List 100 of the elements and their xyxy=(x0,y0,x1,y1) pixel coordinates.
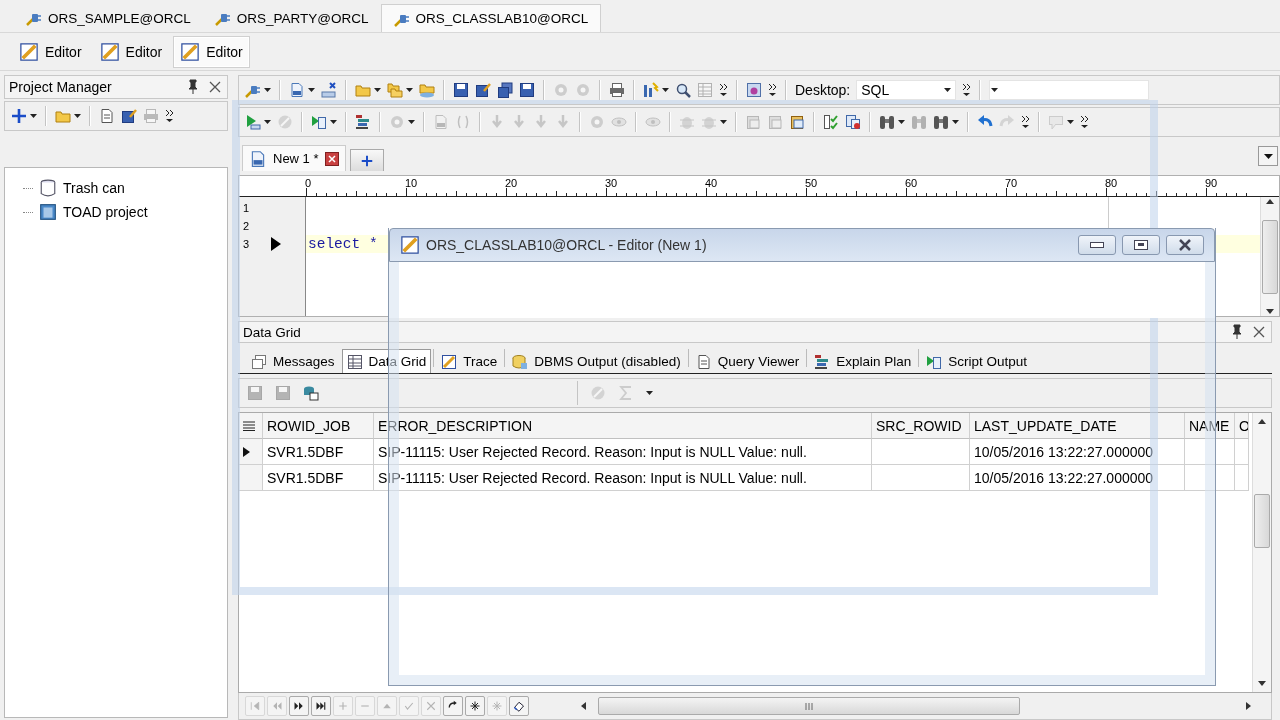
caret-icon[interactable] xyxy=(662,88,669,92)
scrollbar-thumb[interactable] xyxy=(598,697,1020,715)
copy-icon[interactable] xyxy=(845,114,861,130)
caret-icon[interactable] xyxy=(330,120,337,124)
clipboard-icon[interactable] xyxy=(789,114,805,130)
scroll-right-icon[interactable] xyxy=(1246,702,1251,710)
printer-icon[interactable] xyxy=(609,82,625,98)
document-icon[interactable] xyxy=(289,82,305,98)
caret-icon[interactable] xyxy=(74,114,81,118)
tree-list-icon[interactable] xyxy=(355,114,371,130)
overflow-icon[interactable] xyxy=(165,109,174,123)
table-cell: SIP-11115: User Rejected Record. Reason: Input is NULL Value: null. xyxy=(374,439,872,465)
scroll-left-icon[interactable] xyxy=(581,702,586,710)
overflow-icon[interactable] xyxy=(1021,115,1030,129)
caret-icon[interactable] xyxy=(991,88,999,92)
plus-icon xyxy=(360,154,373,167)
disconnect-icon[interactable] xyxy=(321,82,337,98)
chart-icon[interactable] xyxy=(643,82,659,98)
save-as-icon[interactable] xyxy=(121,108,137,124)
caret-icon[interactable] xyxy=(374,88,381,92)
scrollbar[interactable] xyxy=(1252,413,1271,692)
result-tab[interactable]: Query Viewer xyxy=(690,349,805,373)
close-icon[interactable] xyxy=(1251,324,1267,340)
combo-field[interactable] xyxy=(989,80,1150,100)
checklist-icon[interactable] xyxy=(823,114,839,130)
result-tab[interactable]: Explain Plan xyxy=(809,349,917,373)
scroll-up-icon[interactable] xyxy=(1258,419,1266,424)
scrollbar-thumb[interactable] xyxy=(1262,219,1278,294)
overflow-icon[interactable] xyxy=(962,83,972,97)
result-tab[interactable]: Data Grid xyxy=(341,349,432,373)
caret-icon[interactable] xyxy=(646,391,653,395)
table-cell: 10/05/2016 13:22:27.000000 xyxy=(970,439,1185,465)
result-tab[interactable]: Trace xyxy=(436,349,503,373)
scroll-up-icon[interactable] xyxy=(1266,199,1274,204)
plus-icon[interactable] xyxy=(11,108,27,124)
next-button[interactable] xyxy=(289,696,309,716)
maximize-button[interactable] xyxy=(1122,235,1160,255)
editor-window-tab[interactable]: Editor xyxy=(92,35,170,68)
database-export-icon[interactable] xyxy=(303,385,319,401)
minimize-button[interactable] xyxy=(1078,235,1116,255)
messages-icon xyxy=(251,353,267,370)
script-icon xyxy=(926,353,943,370)
caret-icon[interactable] xyxy=(944,88,952,92)
caret-icon[interactable] xyxy=(1067,120,1074,124)
tab-list-button[interactable] xyxy=(1258,146,1278,166)
save-all-icon[interactable] xyxy=(497,82,513,98)
caret-icon[interactable] xyxy=(264,120,271,124)
column-header[interactable]: ROWID_JOB xyxy=(263,413,374,439)
scrollbar[interactable] xyxy=(1260,197,1279,316)
overflow-icon[interactable] xyxy=(1080,115,1089,129)
caret-icon[interactable] xyxy=(952,120,959,124)
caret-icon[interactable] xyxy=(898,120,905,124)
result-tab[interactable]: Script Output xyxy=(921,349,1033,373)
save-icon[interactable] xyxy=(519,82,535,98)
connection-tab[interactable]: ORS_CLASSLAB10@ORCL xyxy=(380,4,602,32)
new-tab-button[interactable] xyxy=(349,149,384,171)
script-icon[interactable] xyxy=(311,114,327,130)
binoculars-icon[interactable] xyxy=(933,114,949,130)
overflow-icon[interactable] xyxy=(719,83,728,97)
result-tab[interactable]: Messages xyxy=(246,349,340,373)
sheet-icon[interactable] xyxy=(99,108,115,124)
save-as-icon[interactable] xyxy=(475,82,491,98)
refresh-button[interactable] xyxy=(443,696,463,716)
tree-item[interactable]: Trash can xyxy=(63,180,125,196)
scroll-down-icon[interactable] xyxy=(1258,681,1266,686)
editor-window-tab[interactable]: Editor xyxy=(12,35,89,68)
caret-icon[interactable] xyxy=(264,88,271,92)
table-icon xyxy=(346,353,363,370)
close-icon[interactable] xyxy=(207,79,223,95)
row-header[interactable] xyxy=(239,439,263,465)
save-icon[interactable] xyxy=(453,82,469,98)
connection-tab[interactable]: ORS_PARTY@ORCL xyxy=(202,4,381,32)
caret-icon[interactable] xyxy=(30,114,37,118)
magnifier-icon[interactable] xyxy=(675,82,691,98)
column-header[interactable]: NAME xyxy=(1185,413,1235,439)
last-button[interactable] xyxy=(311,696,331,716)
window-title: ORS_CLASSLAB10@ORCL - Editor (New 1) xyxy=(426,237,708,253)
column-header[interactable]: ERROR_DESCRIPTION xyxy=(374,413,872,439)
asterisk-button[interactable] xyxy=(465,696,485,716)
caret-icon[interactable] xyxy=(308,88,315,92)
caret-icon[interactable] xyxy=(408,120,415,124)
caret-icon[interactable] xyxy=(406,88,413,92)
eraser-button[interactable] xyxy=(509,696,529,716)
window-icon[interactable] xyxy=(746,82,762,98)
column-header[interactable]: SRC_ROWID xyxy=(872,413,970,439)
tree-item[interactable]: TOAD project xyxy=(63,204,148,220)
binoculars-icon[interactable] xyxy=(879,114,895,130)
scroll-down-icon[interactable] xyxy=(1266,309,1274,314)
connection-tab[interactable]: ORS_SAMPLE@ORCL xyxy=(14,4,203,32)
close-button[interactable] xyxy=(1166,235,1204,255)
grid-menu-icon[interactable] xyxy=(243,420,255,431)
column-header[interactable]: LAST_UPDATE_DATE xyxy=(970,413,1185,439)
document-tab[interactable]: New 1 * xyxy=(242,145,346,171)
close-icon[interactable] xyxy=(324,151,339,166)
editor-window-tab[interactable]: Editor xyxy=(173,35,250,68)
scrollbar-thumb[interactable] xyxy=(1254,494,1270,548)
result-tab[interactable]: DBMS Output (disabled) xyxy=(507,349,686,373)
overflow-icon[interactable] xyxy=(768,83,777,97)
caret-icon[interactable] xyxy=(720,120,727,124)
desktop-combo[interactable]: SQL xyxy=(856,80,957,100)
